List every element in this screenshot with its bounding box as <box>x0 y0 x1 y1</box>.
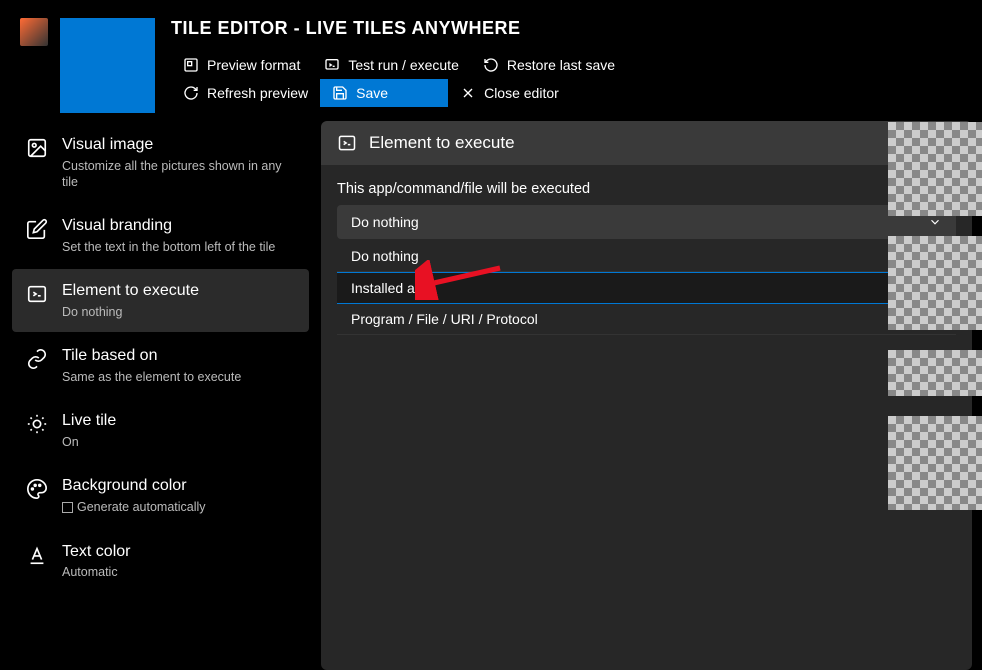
field-label: This app/command/file will be executed <box>337 181 956 197</box>
panel-title: Element to execute <box>369 133 515 153</box>
close-icon <box>460 85 476 101</box>
palette-icon <box>26 478 48 500</box>
sidebar-item-visual-branding[interactable]: Visual brandingSet the text in the botto… <box>12 204 309 267</box>
preview-format-button[interactable]: Preview format <box>171 51 312 79</box>
terminal-icon <box>26 283 48 305</box>
sidebar-item-visual-image[interactable]: Visual imageCustomize all the pictures s… <box>12 123 309 202</box>
sidebar-item-text-color[interactable]: Text colorAutomatic <box>12 530 309 593</box>
panel-header: Element to execute <box>321 121 972 165</box>
sidebar-item-element-execute[interactable]: Element to executeDo nothing <box>12 269 309 332</box>
test-run-button[interactable]: Test run / execute <box>312 51 471 79</box>
undo-icon <box>483 57 499 73</box>
preview-icon <box>183 57 199 73</box>
dropdown-options: Do nothing Installed app Program / File … <box>337 241 956 335</box>
sun-icon <box>26 413 48 435</box>
edit-icon <box>26 218 48 240</box>
execute-icon <box>324 57 340 73</box>
sidebar-item-background-color[interactable]: Background colorGenerate automatically <box>12 464 309 527</box>
sidebar: Visual imageCustomize all the pictures s… <box>8 121 313 670</box>
text-color-icon <box>26 544 48 566</box>
refresh-icon <box>183 85 199 101</box>
thumb-medium[interactable] <box>888 122 982 216</box>
thumb-large[interactable] <box>888 236 982 330</box>
thumb-small[interactable] <box>888 416 982 510</box>
close-button[interactable]: Close editor <box>448 79 571 107</box>
refresh-button[interactable]: Refresh preview <box>171 79 320 107</box>
app-title: TILE EDITOR - LIVE TILES ANYWHERE <box>171 18 962 39</box>
tile-size-thumbnails <box>888 122 982 530</box>
tile-preview <box>60 18 155 113</box>
save-icon <box>332 85 348 101</box>
terminal-icon <box>337 133 357 153</box>
save-button[interactable]: Save <box>320 79 448 107</box>
image-icon <box>26 137 48 159</box>
option-program-file[interactable]: Program / File / URI / Protocol <box>337 304 956 335</box>
link-icon <box>26 348 48 370</box>
app-icon <box>20 18 48 46</box>
sidebar-item-live-tile[interactable]: Live tileOn <box>12 399 309 462</box>
execute-dropdown[interactable]: Do nothing <box>337 205 956 239</box>
restore-button[interactable]: Restore last save <box>471 51 627 79</box>
thumb-wide[interactable] <box>888 350 982 396</box>
sidebar-item-tile-based[interactable]: Tile based onSame as the element to exec… <box>12 334 309 397</box>
option-installed-app[interactable]: Installed app <box>337 272 956 304</box>
option-do-nothing[interactable]: Do nothing <box>337 241 956 272</box>
